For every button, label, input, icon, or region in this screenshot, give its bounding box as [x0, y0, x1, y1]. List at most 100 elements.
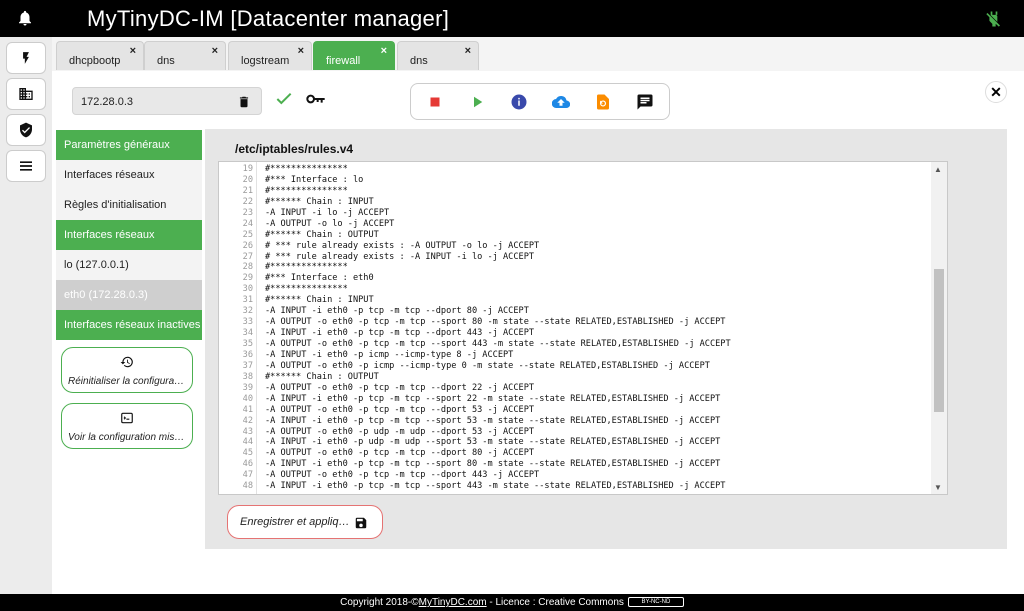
tab-close-icon[interactable]: × — [465, 45, 471, 57]
tab-bar: dhcpbootp × dns × logstream × firewall ×… — [52, 37, 1024, 71]
line-number: 44 — [242, 437, 253, 448]
line-text: #*************** — [265, 262, 348, 273]
line-number: 20 — [242, 174, 253, 185]
tab-firewall[interactable]: firewall × — [313, 41, 395, 70]
nav-datacenter-button[interactable] — [6, 78, 46, 110]
tab-label: logstream — [241, 55, 290, 67]
line-text: #****** Chain : OUTPUT — [265, 371, 379, 382]
title-bar: MyTinyDC-IM [Datacenter manager] — [0, 0, 1024, 37]
line-number: 43 — [242, 426, 253, 437]
line-number: 23 — [242, 207, 253, 218]
tab-close-icon[interactable]: × — [298, 45, 304, 57]
line-text: -A OUTPUT -o lo -j ACCEPT — [265, 218, 395, 229]
line-text: #*** Interface : lo — [265, 174, 364, 185]
code-line: 29 #*** Interface : eth0 — [219, 273, 929, 284]
play-icon[interactable] — [468, 93, 486, 111]
code-line: 25 #****** Chain : OUTPUT — [219, 230, 929, 241]
line-number: 45 — [242, 448, 253, 459]
disconnected-plug-icon[interactable] — [984, 9, 1004, 29]
building-icon — [19, 88, 33, 100]
terminal-icon — [121, 412, 133, 424]
tab-dhcpbootp[interactable]: dhcpbootp × — [56, 41, 144, 70]
scrollbar-thumb[interactable] — [934, 269, 944, 412]
reset-config-button[interactable]: Réinitialiser la configuration — [61, 347, 193, 393]
line-text: -A OUTPUT -o eth0 -p icmp --icmp-type 0 … — [265, 360, 710, 371]
tab-label: dns — [410, 55, 428, 67]
menu-item-network-interfaces[interactable]: Interfaces réseaux — [56, 160, 202, 190]
app-title: MyTinyDC-IM [Datacenter manager] — [87, 6, 450, 31]
line-number: 32 — [242, 306, 253, 317]
left-nav — [0, 37, 52, 594]
line-number: 22 — [242, 196, 253, 207]
cloud-upload-icon[interactable] — [552, 93, 570, 111]
tab-dns[interactable]: dns × — [144, 41, 226, 70]
close-all-button[interactable]: ✕ — [985, 81, 1007, 103]
tab-label: dns — [157, 55, 175, 67]
line-text: -A INPUT -i eth0 -p tcp -m tcp --dport 4… — [265, 328, 535, 339]
code-line: 43 -A OUTPUT -o eth0 -p udp -m udp --dpor… — [219, 427, 929, 438]
history-icon — [120, 356, 133, 368]
code-line: 23 -A INPUT -i lo -j ACCEPT — [219, 208, 929, 219]
code-lines: 19 #*************** 20 #*** Interface : lo 2… — [219, 164, 929, 492]
line-number: 24 — [242, 218, 253, 229]
menu-header-inactive-interfaces[interactable]: Interfaces réseaux inactives — [56, 310, 202, 340]
line-number: 28 — [242, 262, 253, 273]
line-number: 35 — [242, 339, 253, 349]
code-line: 44 -A INPUT -i eth0 -p udp -m udp --sport… — [219, 437, 929, 448]
code-line: 41 -A OUTPUT -o eth0 -p tcp -m tcp --dpor… — [219, 405, 929, 416]
line-number: 33 — [242, 317, 253, 328]
tab-close-icon[interactable]: × — [212, 45, 218, 57]
bolt-icon — [23, 52, 29, 64]
tab-label: firewall — [326, 55, 361, 67]
file-path: /etc/iptables/rules.v4 — [235, 142, 354, 156]
line-text: -A INPUT -i eth0 -p icmp --icmp-type 8 -… — [265, 349, 514, 360]
shield-icon — [20, 122, 32, 138]
menu-header-network-interfaces[interactable]: Interfaces réseaux — [56, 220, 202, 250]
host-selector[interactable]: 172.28.0.3 — [72, 87, 262, 115]
trash-icon[interactable] — [237, 94, 251, 110]
key-icon[interactable] — [306, 93, 326, 105]
code-line: 27 # *** rule already exists : -A INPUT -… — [219, 252, 929, 263]
line-text: -A INPUT -i eth0 -p tcp -m tcp --sport 8… — [265, 459, 721, 470]
menu-item-lo[interactable]: lo (127.0.0.1) — [56, 250, 202, 280]
line-text: # *** rule already exists : -A OUTPUT -o… — [265, 240, 540, 251]
bell-icon[interactable] — [16, 9, 34, 27]
view-config-button[interactable]: Voir la configuration mise en place — [61, 403, 193, 449]
tab-label: dhcpbootp — [69, 55, 121, 67]
check-icon[interactable] — [276, 92, 292, 106]
scroll-up-icon[interactable]: ▲ — [934, 165, 942, 174]
line-text: #*************** — [265, 164, 348, 174]
code-line: 47 -A OUTPUT -o eth0 -p tcp -m tcp --dpor… — [219, 470, 929, 481]
editor-scrollbar[interactable]: ▲ ▼ — [931, 162, 947, 494]
tab-close-icon[interactable]: × — [381, 45, 387, 57]
nav-security-button[interactable] — [6, 114, 46, 146]
line-number: 25 — [242, 229, 253, 240]
tab-close-icon[interactable]: × — [130, 45, 136, 57]
code-line: 35 -A OUTPUT -o eth0 -p tcp -m tcp --spor… — [219, 339, 929, 350]
nav-list-button[interactable] — [6, 150, 46, 182]
reset-config-label: Réinitialiser la configuration — [68, 376, 186, 387]
code-line: 33 -A OUTPUT -o eth0 -p tcp -m tcp --spor… — [219, 317, 929, 328]
footer: Copyright 2018-©MyTinyDC.com - Licence :… — [0, 594, 1024, 611]
menu-item-eth0[interactable]: eth0 (172.28.0.3) — [56, 280, 202, 310]
line-number: 19 — [242, 164, 253, 174]
line-text: -A INPUT -i eth0 -p tcp -m tcp --sport 2… — [265, 393, 721, 404]
menu-item-init-rules[interactable]: Règles d'initialisation — [56, 190, 202, 220]
line-number: 41 — [242, 404, 253, 415]
scroll-down-icon[interactable]: ▼ — [934, 483, 942, 492]
file-refresh-icon[interactable] — [594, 93, 612, 111]
line-number: 36 — [242, 349, 253, 360]
tab-dns-2[interactable]: dns × — [397, 41, 479, 70]
footer-link[interactable]: MyTinyDC.com — [419, 597, 487, 608]
menu-item-general-settings[interactable]: Paramètres généraux — [56, 130, 202, 160]
code-line: 38 #****** Chain : OUTPUT — [219, 372, 929, 383]
save-apply-button[interactable]: Enregistrer et appliquer — [227, 505, 383, 539]
line-text: -A OUTPUT -o eth0 -p tcp -m tcp --dport … — [265, 382, 535, 393]
tab-logstream[interactable]: logstream × — [228, 41, 312, 70]
code-editor[interactable]: 19 #*************** 20 #*** Interface : lo 2… — [218, 161, 948, 495]
stop-icon[interactable] — [426, 93, 444, 111]
comment-icon[interactable] — [636, 93, 654, 111]
info-icon[interactable] — [510, 93, 528, 111]
line-text: -A OUTPUT -o eth0 -p tcp -m tcp --dport … — [265, 404, 535, 415]
nav-bolt-button[interactable] — [6, 42, 46, 74]
